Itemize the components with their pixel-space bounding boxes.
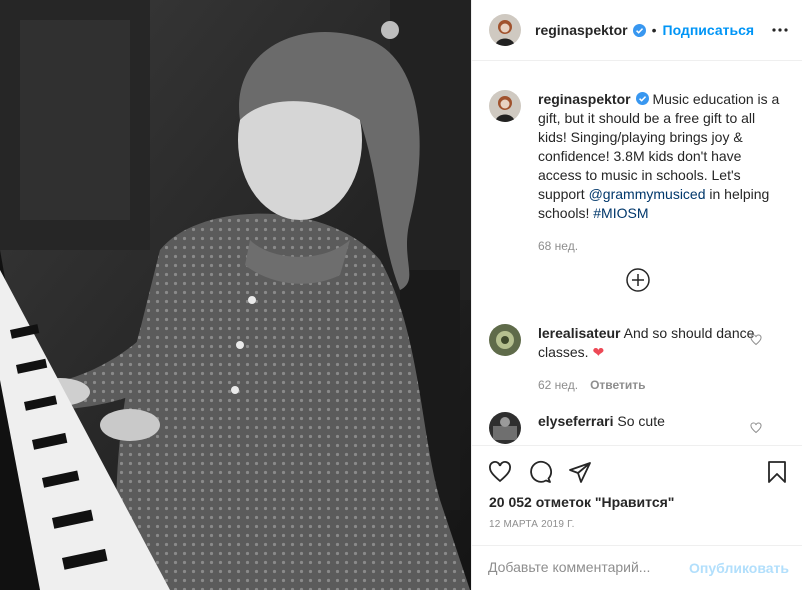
verified-badge-icon	[632, 23, 646, 37]
comments-area[interactable]: reginaspektor Music education is a gift,…	[472, 62, 802, 445]
comment-item: lerealisateur And so should dance classe…	[489, 324, 789, 395]
post-side-panel: reginaspektor • Подписаться reginaspekto…	[471, 0, 802, 590]
caption-mention-link[interactable]: @grammymusiced	[589, 186, 706, 202]
load-more-comments-icon[interactable]	[626, 268, 650, 292]
red-heart-emoji: ❤	[592, 344, 605, 360]
caption-author-username[interactable]: reginaspektor	[538, 91, 631, 107]
like-comment-heart-icon[interactable]	[750, 334, 762, 346]
save-bookmark-icon[interactable]	[765, 460, 789, 484]
comment-meta: 62 нед. Ответить	[538, 376, 783, 395]
post-date: 12 МАРТА 2019 Г.	[489, 519, 575, 530]
add-comment-bar: Опубликовать	[472, 545, 802, 590]
author-username[interactable]: reginaspektor	[535, 22, 628, 38]
comment-text: So cute	[617, 413, 665, 429]
post-actions: 20 052 отметок "Нравится" 12 МАРТА 2019 …	[472, 445, 802, 545]
follow-button[interactable]: Подписаться	[663, 22, 755, 38]
comment-bubble-icon[interactable]	[528, 460, 552, 484]
caption-hashtag-link[interactable]: #MIOSM	[593, 205, 648, 221]
caption-text-block: reginaspektor Music education is a gift,…	[538, 90, 783, 256]
separator-dot: •	[651, 22, 657, 38]
instagram-post: reginaspektor • Подписаться reginaspekto…	[0, 0, 802, 590]
commenter-avatar[interactable]	[489, 412, 521, 444]
like-comment-heart-icon[interactable]	[750, 422, 762, 434]
post-photo[interactable]	[0, 0, 471, 590]
girl-at-piano-image	[0, 0, 471, 590]
comment-text-block: elyseferrari So cute	[538, 412, 783, 444]
comment-text-block: lerealisateur And so should dance classe…	[538, 324, 783, 395]
commenter-username[interactable]: lerealisateur	[538, 325, 621, 341]
caption-age: 68 нед.	[538, 239, 579, 253]
commenter-username[interactable]: elyseferrari	[538, 413, 614, 429]
comment-age: 62 нед.	[538, 378, 579, 392]
share-paper-plane-icon[interactable]	[568, 460, 592, 484]
post-header: reginaspektor • Подписаться	[472, 0, 802, 61]
more-options-icon[interactable]	[771, 22, 789, 38]
action-icons	[488, 460, 608, 484]
comment-item: elyseferrari So cute	[489, 412, 789, 444]
verified-badge-icon	[635, 92, 649, 105]
author-avatar[interactable]	[489, 14, 521, 46]
reply-button[interactable]: Ответить	[590, 378, 645, 392]
add-comment-input[interactable]	[488, 556, 698, 578]
publish-button[interactable]: Опубликовать	[689, 560, 789, 576]
likes-count[interactable]: 20 052 отметок "Нравится"	[489, 494, 674, 510]
post-caption: reginaspektor Music education is a gift,…	[489, 90, 789, 256]
commenter-avatar[interactable]	[489, 324, 521, 356]
caption-author-avatar[interactable]	[489, 90, 521, 122]
like-heart-icon[interactable]	[488, 460, 512, 484]
